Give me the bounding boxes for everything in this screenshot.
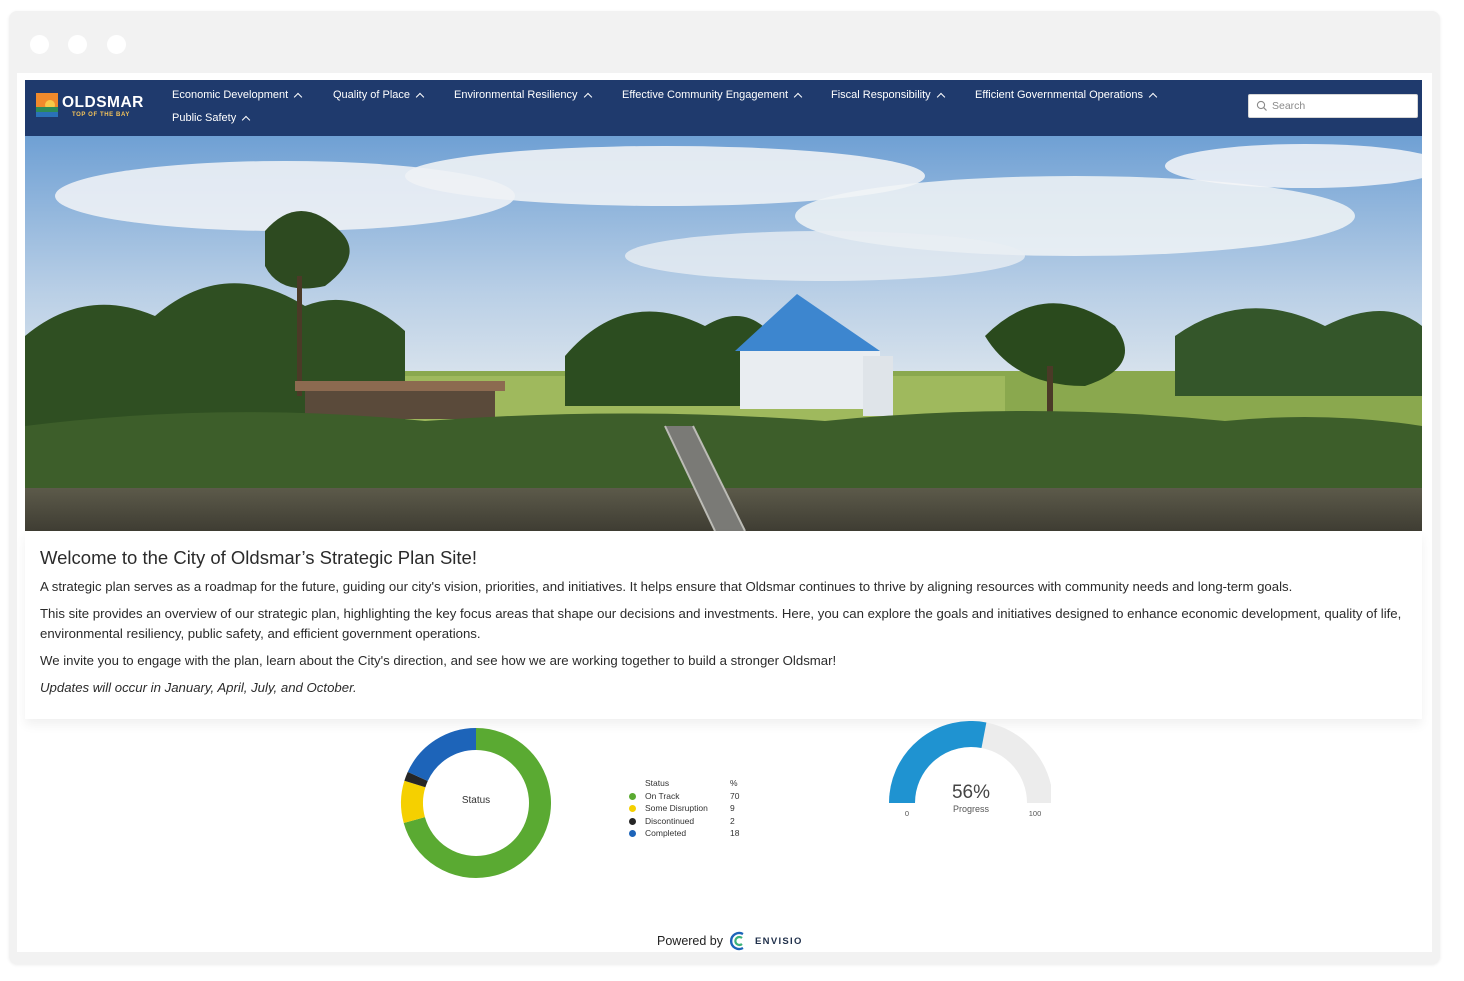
progress-gauge-svg: 56% Progress 0 100 — [889, 721, 1053, 818]
chevron-up-icon — [415, 92, 425, 101]
page-viewport: OLDSMAR TOP OF THE BAY Economic Developm… — [17, 73, 1432, 952]
window-dot-icon[interactable] — [107, 35, 126, 54]
intro-section: Welcome to the City of Oldsmar’s Strateg… — [25, 531, 1422, 719]
brand-name: OLDSMAR — [62, 94, 144, 111]
nav-item-quality-of-place[interactable]: Quality of Place — [333, 88, 425, 102]
search-box[interactable] — [1248, 94, 1418, 118]
page-title: Welcome to the City of Oldsmar’s Strateg… — [40, 547, 477, 568]
window-dot-icon[interactable] — [68, 35, 87, 54]
nav-item-environmental-resiliency[interactable]: Environmental Resiliency — [454, 88, 592, 102]
nav-item-fiscal-responsibility[interactable]: Fiscal Responsibility — [831, 88, 945, 102]
legend-label: Discontinued — [645, 815, 695, 826]
legend-dot-icon — [629, 817, 636, 825]
gauge-min-label: 0 — [905, 809, 909, 818]
nav-item-label: Public Safety — [172, 112, 237, 124]
gauge-label: Progress — [953, 804, 990, 814]
legend-label: Completed — [645, 828, 687, 838]
oldsmar-logo[interactable]: OLDSMAR TOP OF THE BAY — [36, 93, 146, 123]
legend-header-status: Status — [645, 778, 670, 788]
powered-by-footer[interactable]: Powered by ENVISIO — [657, 931, 803, 951]
nav-item-label: Economic Development — [172, 89, 289, 101]
legend-label: On Track — [645, 790, 680, 801]
nav-item-label: Fiscal Responsibility — [831, 89, 931, 101]
legend-dot-icon — [629, 805, 636, 812]
legend-header-pct: % — [730, 778, 738, 788]
chevron-up-icon — [583, 92, 592, 101]
search-icon — [1256, 100, 1267, 111]
legend-dot-icon — [629, 792, 636, 800]
status-donut-chart: Status — [391, 719, 551, 879]
legend-label: Some Disruption — [645, 803, 708, 813]
chevron-up-icon — [793, 92, 803, 101]
sun-logo-icon — [36, 93, 58, 117]
window-dot-icon[interactable] — [30, 35, 49, 54]
donut-slice[interactable] — [401, 780, 426, 823]
nav-item-economic-development[interactable]: Economic Development — [172, 88, 303, 102]
powered-by-text: Powered by — [657, 934, 724, 948]
browser-window: OLDSMAR TOP OF THE BAY Economic Developm… — [9, 11, 1440, 964]
chevron-up-icon — [1148, 92, 1158, 101]
legend-dot-icon — [629, 830, 636, 837]
gauge-max-label: 100 — [1029, 809, 1042, 818]
donut-center-label: Status — [462, 795, 490, 806]
chevron-up-icon — [241, 115, 251, 124]
legend-value: 2 — [730, 815, 735, 826]
intro-paragraph: A strategic plan serves as a roadmap for… — [40, 579, 1293, 594]
envisio-wordmark: ENVISIO — [755, 935, 803, 947]
legend-value: 9 — [730, 803, 735, 813]
nav-item-public-safety[interactable]: Public Safety — [172, 111, 251, 125]
chevron-up-icon — [936, 92, 945, 101]
nav-item-label: Environmental Resiliency — [454, 89, 578, 101]
intro-paragraph: This site provides an overview of our st… — [40, 606, 1402, 641]
progress-gauge: 56% Progress 0 100 — [875, 721, 1053, 831]
brand-tagline: TOP OF THE BAY — [72, 112, 130, 118]
gauge-value-text: 56% — [952, 782, 990, 803]
nav-item-label: Efficient Governmental Operations — [975, 89, 1143, 101]
envisio-logo-icon — [730, 931, 744, 951]
donut-slice[interactable] — [404, 771, 428, 788]
top-navigation: OLDSMAR TOP OF THE BAY Economic Developm… — [25, 80, 1422, 136]
legend-value: 70 — [730, 790, 740, 801]
hero-park-image — [25, 136, 1422, 531]
nav-item-label: Quality of Place — [333, 89, 411, 101]
search-input[interactable] — [1272, 100, 1412, 112]
nav-item-efficient-governmental-operations[interactable]: Efficient Governmental Operations — [975, 88, 1158, 102]
nav-item-effective-community-engagement[interactable]: Effective Community Engagement — [622, 88, 803, 102]
legend-value: 18 — [730, 828, 740, 838]
nav-item-label: Effective Community Engagement — [622, 89, 789, 101]
status-donut-svg: Status — [401, 728, 551, 878]
chevron-up-icon — [293, 92, 303, 101]
donut-slice[interactable] — [407, 728, 477, 782]
update-note: Updates will occur in January, April, Ju… — [40, 680, 357, 695]
intro-paragraph: We invite you to engage with the plan, l… — [40, 653, 837, 668]
